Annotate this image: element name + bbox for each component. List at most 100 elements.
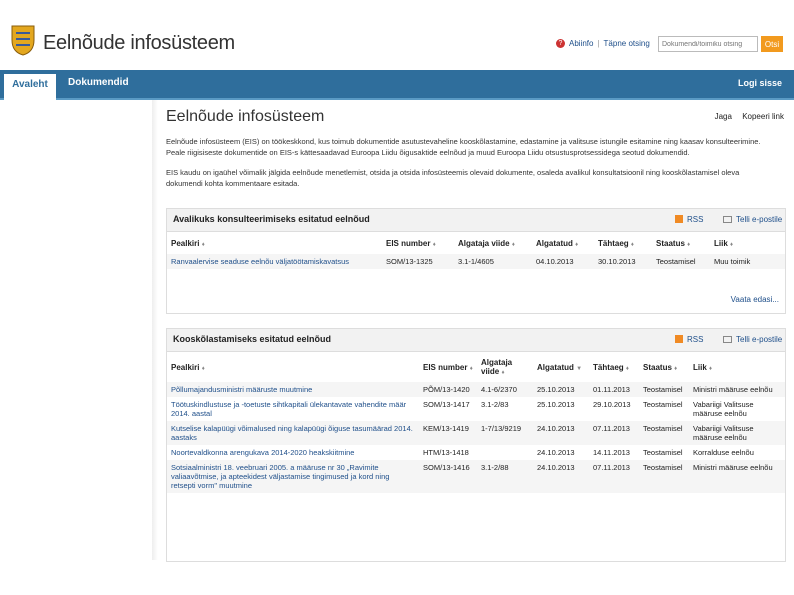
tab-documents[interactable]: Dokumendid: [68, 70, 129, 98]
tab-home[interactable]: Avaleht: [4, 74, 56, 100]
approval-table: Pealkiri ♦ EIS number ♦ Algataja viide ♦…: [167, 352, 785, 493]
col-started[interactable]: Algatatud ♦: [532, 232, 594, 254]
col-eis-number[interactable]: EIS number ♦: [382, 232, 454, 254]
rss-label: RSS: [687, 335, 704, 344]
table-row[interactable]: Noortevaldkonna arengukava 2014-2020 hea…: [167, 445, 785, 460]
initiator-ref: [477, 445, 533, 460]
email-label: Telli e-postile: [736, 335, 783, 344]
deadline-date: 14.11.2013: [593, 448, 630, 457]
eis-number: KEM/13-1419: [419, 421, 477, 445]
table-row[interactable]: Ranvaalervise seaduse eelnõu väljatöötam…: [167, 254, 785, 269]
col-initiator-ref[interactable]: Algataja viide ♦: [454, 232, 532, 254]
col-initiator-ref[interactable]: Algataja viide ♦: [477, 352, 533, 382]
eis-number: SOM/13-1416: [419, 460, 477, 493]
share-link[interactable]: Jaga: [715, 112, 732, 121]
started-date: 24.10.2013: [537, 448, 575, 457]
panel-title: Kooskõlastamiseks esitatud eelnõud: [173, 334, 332, 344]
main-content: Eelnõude infosüsteem Jaga Kopeeri link E…: [158, 100, 792, 562]
email-subscribe-link[interactable]: Telli e-postile: [723, 215, 782, 224]
panel-title: Avalikuks konsulteerimiseks esitatud eel…: [173, 214, 370, 224]
status: Teostamisel: [639, 460, 689, 493]
rss-link[interactable]: RSS: [675, 215, 703, 224]
started-date: 04.10.2013: [532, 254, 594, 269]
type: Vabariigi Valitsuse määruse eelnõu: [689, 421, 785, 445]
main-nav: Avaleht Dokumendid Logi sisse: [0, 70, 794, 100]
email-label: Telli e-postile: [736, 215, 783, 224]
intro-text: Eelnõude infosüsteem (EIS) on töökeskkon…: [166, 136, 778, 198]
col-deadline[interactable]: Tähtaeg ♦: [594, 232, 652, 254]
document-link[interactable]: Noortevaldkonna arengukava 2014-2020 hea…: [171, 448, 354, 457]
help-links: ? Abiinfo | Täpne otsing: [556, 39, 650, 48]
rss-icon: [675, 215, 683, 223]
document-link[interactable]: Kutselise kalapüügi võimalused ning kala…: [171, 424, 413, 442]
initiator-ref: 4.1-6/2370: [477, 382, 533, 397]
table-row[interactable]: Sotsiaalministri 18. veebruari 2005. a m…: [167, 460, 785, 493]
type: Ministri määruse eelnõu: [689, 382, 785, 397]
initiator-ref: 3.1-1/4605: [454, 254, 532, 269]
login-link[interactable]: Logi sisse: [738, 70, 782, 96]
help-icon[interactable]: ?: [556, 39, 565, 48]
page-title: Eelnõude infosüsteem: [166, 108, 325, 125]
page-actions: Jaga Kopeeri link: [707, 112, 784, 121]
intro-paragraph: EIS kaudu on igaühel võimalik jälgida ee…: [166, 168, 740, 188]
header: Eelnõude infosüsteem ? Abiinfo | Täpne o…: [0, 0, 794, 70]
rss-label: RSS: [687, 215, 704, 224]
table-header-row: Pealkiri ♦ EIS number ♦ Algataja viide ♦…: [167, 352, 785, 382]
type: Muu toimik: [710, 254, 785, 269]
consultation-table: Pealkiri ♦ EIS number ♦ Algataja viide ♦…: [167, 232, 785, 269]
deadline-date: 01.11.2013: [589, 382, 639, 397]
search-input[interactable]: [658, 36, 758, 52]
status: Teostamisel: [639, 382, 689, 397]
email-subscribe-link[interactable]: Telli e-postile: [723, 335, 782, 344]
col-deadline[interactable]: Tähtaeg ♦: [589, 352, 639, 382]
eis-number: HTM/13-1418: [423, 448, 469, 457]
col-type[interactable]: Liik ♦: [689, 352, 785, 382]
document-link[interactable]: Ranvaalervise seaduse eelnõu väljatöötam…: [171, 257, 349, 266]
started-date: 25.10.2013: [537, 400, 575, 409]
col-type[interactable]: Liik ♦: [710, 232, 785, 254]
col-title[interactable]: Pealkiri ♦: [167, 352, 419, 382]
status: Teostamisel: [643, 400, 683, 409]
started-date: 24.10.2013: [533, 460, 589, 493]
rss-icon: [675, 335, 683, 343]
advanced-search-link[interactable]: Täpne otsing: [604, 39, 650, 48]
table-header-row: Pealkiri ♦ EIS number ♦ Algataja viide ♦…: [167, 232, 785, 254]
initiator-ref: 3.1-2/88: [477, 460, 533, 493]
consultation-panel: Avalikuks konsulteerimiseks esitatud eel…: [166, 208, 786, 314]
table-row[interactable]: Põllumajandusministri määruste muutmine …: [167, 382, 785, 397]
panel-header: Kooskõlastamiseks esitatud eelnõud RSS T…: [167, 329, 785, 352]
deadline-date: 30.10.2013: [594, 254, 652, 269]
type: Vabariigi Valitsuse määruse eelnõu: [693, 400, 754, 418]
approval-panel: Kooskõlastamiseks esitatud eelnõud RSS T…: [166, 328, 786, 562]
site-title[interactable]: Eelnõude infosüsteem: [43, 32, 235, 55]
mail-icon: [723, 336, 732, 343]
status: Teostamisel: [652, 254, 710, 269]
intro-paragraph: Eelnõude infosüsteem (EIS) on töökeskkon…: [166, 137, 761, 157]
document-link[interactable]: Sotsiaalministri 18. veebruari 2005. a m…: [171, 463, 389, 490]
document-link[interactable]: Töötuskindlustuse ja -toetuste sihtkapit…: [171, 400, 406, 418]
col-eis-number[interactable]: EIS number ♦: [419, 352, 477, 382]
col-started[interactable]: Algatatud ▼: [533, 352, 589, 382]
see-more-link[interactable]: Vaata edasi...: [731, 295, 779, 304]
help-link[interactable]: Abiinfo: [569, 39, 593, 48]
rss-link[interactable]: RSS: [675, 335, 703, 344]
deadline-date: 07.11.2013: [589, 460, 639, 493]
separator: |: [597, 39, 600, 48]
eis-number: SOM/13-1417: [423, 400, 470, 409]
document-link[interactable]: Põllumajandusministri määruste muutmine: [171, 385, 312, 394]
table-row[interactable]: Kutselise kalapüügi võimalused ning kala…: [167, 421, 785, 445]
eis-number: SOM/13-1325: [382, 254, 454, 269]
table-row[interactable]: Töötuskindlustuse ja -toetuste sihtkapit…: [167, 397, 785, 421]
type: Korralduse eelnõu: [693, 448, 754, 457]
eis-number: PÕM/13-1420: [419, 382, 477, 397]
coat-of-arms-logo[interactable]: [10, 24, 36, 56]
copy-link[interactable]: Kopeeri link: [742, 112, 784, 121]
started-date: 24.10.2013: [533, 421, 589, 445]
col-status[interactable]: Staatus ♦: [652, 232, 710, 254]
col-title[interactable]: Pealkiri ♦: [167, 232, 382, 254]
initiator-ref: 1-7/13/9219: [477, 421, 533, 445]
search-button[interactable]: Otsi: [761, 36, 783, 52]
deadline-date: 07.11.2013: [589, 421, 639, 445]
col-status[interactable]: Staatus ♦: [639, 352, 689, 382]
type: Ministri määruse eelnõu: [689, 460, 785, 493]
